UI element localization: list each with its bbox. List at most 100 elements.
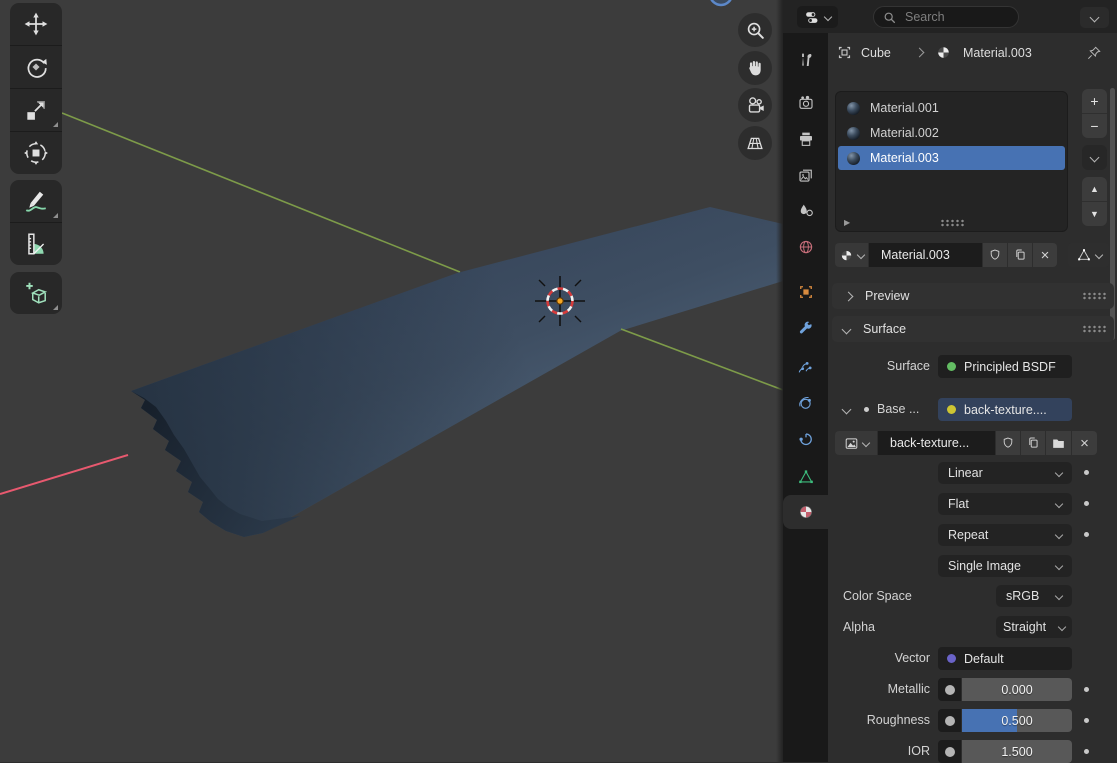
color-space-dropdown[interactable]: sRGB	[996, 585, 1072, 607]
surface-shader-button[interactable]: Principled BSDF	[938, 355, 1072, 378]
shader-node-dot	[947, 362, 956, 371]
object-cube-icon	[836, 44, 853, 61]
source-dropdown[interactable]: Single Image	[938, 555, 1072, 577]
extension-value: Repeat	[948, 528, 988, 542]
tab-tool[interactable]	[783, 44, 828, 76]
decorator-dot[interactable]	[1084, 749, 1089, 754]
alpha-dropdown[interactable]: Straight	[996, 616, 1072, 638]
list-resize-grip[interactable]	[940, 219, 964, 227]
vector-input-button[interactable]: Default	[938, 647, 1072, 670]
3d-viewport[interactable]	[0, 0, 783, 762]
move-slot-down-button[interactable]: ▼	[1082, 201, 1107, 226]
tab-constraints[interactable]	[783, 424, 828, 456]
roughness-label: Roughness	[828, 709, 930, 732]
tab-object[interactable]	[783, 276, 828, 308]
surface-panel-header[interactable]: Surface	[832, 316, 1114, 342]
zoom-view-button[interactable]	[738, 13, 772, 47]
measure-tool-button[interactable]	[10, 222, 62, 265]
orthographic-view-button[interactable]	[738, 126, 772, 160]
search-box[interactable]	[873, 6, 1019, 28]
unlink-image-button[interactable]: ×	[1072, 431, 1097, 455]
decorator-dot[interactable]	[1084, 687, 1089, 692]
remove-slot-button[interactable]: −	[1082, 113, 1107, 138]
decorator-dot[interactable]	[1084, 501, 1089, 506]
color-space-value: sRGB	[1006, 589, 1039, 603]
material-name-field[interactable]: Material.003	[869, 243, 982, 267]
tab-view-layer[interactable]	[783, 159, 828, 191]
modifiers-wrench-icon	[797, 320, 815, 338]
ior-socket[interactable]	[938, 740, 961, 763]
search-input[interactable]	[903, 9, 1007, 25]
open-image-button[interactable]	[1046, 431, 1071, 455]
browse-image-button[interactable]	[835, 431, 877, 455]
add-cube-icon	[23, 280, 49, 306]
chevron-down-icon[interactable]	[842, 405, 852, 415]
material-slot-row-selected[interactable]: Material.003	[838, 146, 1065, 170]
tab-particles[interactable]	[783, 350, 828, 382]
rotate-tool-button[interactable]	[10, 45, 62, 88]
nav-gizmo-partial[interactable]	[710, 0, 732, 5]
interpolation-dropdown[interactable]: Linear	[938, 462, 1072, 484]
tab-world[interactable]	[783, 231, 828, 263]
chevron-down-icon	[1090, 153, 1100, 163]
material-slot-row[interactable]: Material.001	[838, 96, 1065, 120]
add-cube-tool-button[interactable]	[10, 272, 62, 314]
editor-type-button[interactable]	[797, 6, 838, 28]
roughness-socket[interactable]	[938, 709, 961, 732]
base-color-texture-button[interactable]: back-texture....	[938, 398, 1072, 421]
chevron-down-icon	[1055, 531, 1063, 539]
camera-view-button[interactable]	[738, 88, 772, 122]
panel-drag-grip[interactable]	[1082, 325, 1106, 333]
tab-render[interactable]	[783, 87, 828, 119]
scene-icon	[797, 202, 815, 220]
tab-output[interactable]	[783, 123, 828, 155]
pan-view-button[interactable]	[738, 51, 772, 85]
decorator-dot[interactable]	[1084, 718, 1089, 723]
3d-cursor	[535, 276, 585, 326]
color-space-label: Color Space	[843, 585, 912, 608]
tab-modifiers[interactable]	[783, 313, 828, 345]
unlink-material-button[interactable]: ×	[1033, 243, 1057, 267]
browse-material-button[interactable]	[835, 243, 868, 267]
preview-panel-header[interactable]: Preview	[832, 283, 1114, 309]
axis-x-line	[0, 455, 128, 494]
scale-tool-button[interactable]	[10, 88, 62, 131]
metallic-slider[interactable]: 0.000	[962, 678, 1072, 701]
projection-dropdown[interactable]: Flat	[938, 493, 1072, 515]
material-sphere-icon	[935, 44, 952, 61]
surface-shader-value: Principled BSDF	[964, 360, 1056, 374]
material-sphere-icon	[847, 152, 860, 165]
move-slot-up-button[interactable]: ▲	[1082, 177, 1107, 201]
duplicate-image-button[interactable]	[1021, 431, 1045, 455]
header-dropdown-button[interactable]	[1080, 7, 1109, 28]
roughness-slider[interactable]: 0.500	[962, 709, 1072, 732]
decorator-dot[interactable]	[1084, 470, 1089, 475]
metallic-socket[interactable]	[938, 678, 961, 701]
output-printer-icon	[797, 130, 815, 148]
scale-icon	[23, 97, 49, 123]
viewport-panel-divider[interactable]	[776, 0, 783, 762]
move-tool-button[interactable]	[10, 3, 62, 45]
chevron-down-icon	[1055, 592, 1063, 600]
fake-user-shield-button[interactable]	[983, 243, 1007, 267]
slot-specials-button[interactable]	[1082, 145, 1107, 170]
tab-physics[interactable]	[783, 387, 828, 419]
tab-object-data[interactable]	[783, 461, 828, 493]
pin-icon[interactable]	[1086, 45, 1102, 61]
panel-drag-grip[interactable]	[1082, 292, 1106, 300]
transform-tool-button[interactable]	[10, 131, 62, 174]
material-slot-row[interactable]: Material.002	[838, 121, 1065, 145]
image-fake-user-button[interactable]	[996, 431, 1020, 455]
tab-scene[interactable]	[783, 195, 828, 227]
ior-slider[interactable]: 1.500	[962, 740, 1072, 763]
annotate-tool-button[interactable]	[10, 180, 62, 222]
link-material-toggle[interactable]	[1068, 243, 1109, 267]
image-name-field[interactable]: back-texture...	[878, 431, 995, 455]
add-slot-button[interactable]: +	[1082, 89, 1107, 113]
alpha-label: Alpha	[843, 616, 875, 639]
list-filter-toggle[interactable]: ▶	[844, 218, 850, 227]
extension-dropdown[interactable]: Repeat	[938, 524, 1072, 546]
duplicate-material-button[interactable]	[1008, 243, 1032, 267]
tab-material[interactable]	[783, 495, 828, 529]
decorator-dot[interactable]	[1084, 532, 1089, 537]
